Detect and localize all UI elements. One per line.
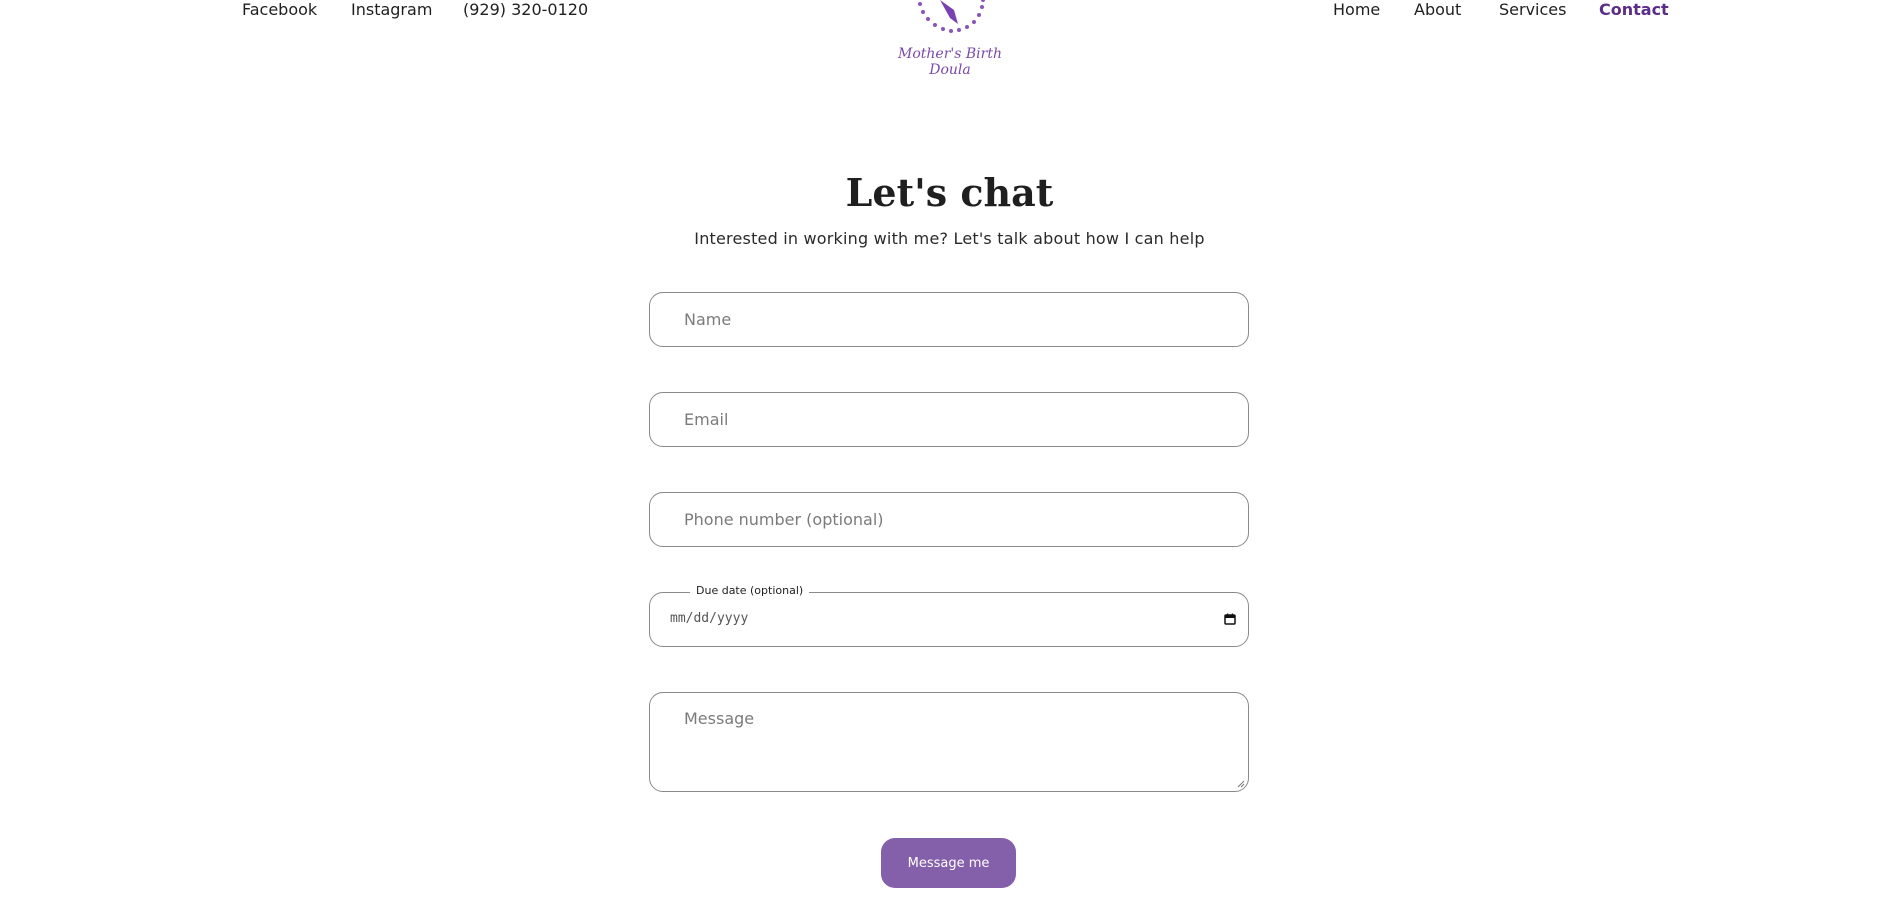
email-field (649, 392, 1249, 447)
email-input[interactable] (650, 393, 1248, 446)
submit-button[interactable]: Message me (881, 838, 1016, 888)
name-input[interactable] (650, 293, 1248, 346)
logo-text: Mother's Birth Doula (898, 46, 1002, 78)
phone-input[interactable] (650, 493, 1248, 546)
doula-logo-icon (918, 0, 985, 33)
message-input[interactable] (650, 693, 1248, 791)
nav-contact[interactable]: Contact (1599, 0, 1669, 20)
page-subtitle: Interested in working with me? Let's tal… (694, 229, 1205, 248)
nav-about[interactable]: About (1414, 0, 1461, 20)
due-date-field[interactable]: Due date (optional) mm/dd/yyyy (649, 584, 1249, 647)
instagram-link[interactable]: Instagram (351, 0, 432, 20)
due-date-value[interactable]: mm/dd/yyyy (670, 611, 748, 626)
site-logo[interactable]: Mother's Birth Doula (880, 0, 1020, 78)
phone-field (649, 492, 1249, 547)
due-date-label: Due date (optional) (690, 584, 810, 597)
message-field (649, 692, 1249, 792)
phone-link[interactable]: (929) 320-0120 (463, 0, 588, 20)
calendar-icon[interactable] (1224, 613, 1236, 625)
resize-handle-icon[interactable] (1237, 780, 1245, 788)
nav-home[interactable]: Home (1333, 0, 1380, 20)
facebook-link[interactable]: Facebook (242, 0, 317, 20)
name-field (649, 292, 1249, 347)
nav-services[interactable]: Services (1499, 0, 1566, 20)
page-title: Let's chat (845, 170, 1054, 215)
